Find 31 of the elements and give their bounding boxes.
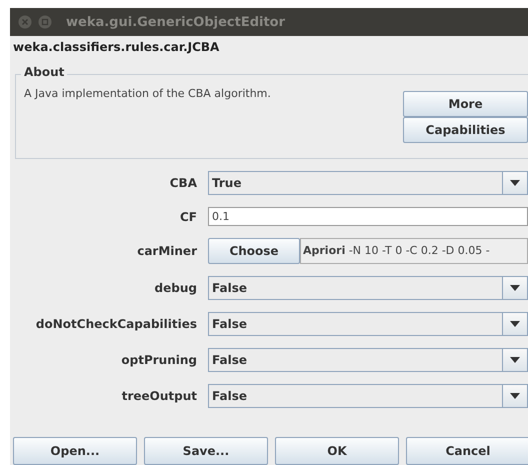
- property-label: debug: [154, 281, 197, 295]
- dropdown[interactable]: True: [208, 171, 528, 195]
- dropdown[interactable]: False: [208, 312, 528, 336]
- dropdown-arrow-icon: [510, 357, 520, 363]
- property-label: optPruning: [120, 353, 197, 367]
- property-label: carMiner: [136, 244, 197, 258]
- choose-button[interactable]: Choose: [208, 238, 300, 264]
- close-icon[interactable]: [18, 15, 32, 29]
- dialog-button[interactable]: Save...: [144, 437, 268, 465]
- property-label: treeOutput: [120, 389, 197, 403]
- about-button[interactable]: More: [403, 91, 528, 117]
- object-value[interactable]: Apriori -N 10 -T 0 -C 0.2 -D 0.05 -: [300, 238, 528, 264]
- dropdown-arrow-icon: [510, 180, 520, 186]
- dropdown[interactable]: False: [208, 348, 528, 372]
- property-label: CF: [178, 210, 197, 224]
- about-text: A Java implementation of the CBA algorithm.: [24, 86, 271, 102]
- dropdown-arrow-icon: [510, 321, 520, 327]
- dropdown-arrow-icon: [510, 285, 520, 291]
- dialog-button[interactable]: Open...: [13, 437, 137, 465]
- class-name: weka.classifiers.rules.car.JCBA: [12, 39, 220, 56]
- dropdown[interactable]: False: [208, 276, 528, 300]
- property-label: doNotCheckCapabilities: [34, 317, 197, 331]
- property-label: CBA: [168, 176, 197, 190]
- dropdown[interactable]: False: [208, 384, 528, 408]
- about-button[interactable]: Capabilities: [403, 117, 528, 143]
- about-title: About: [21, 65, 68, 79]
- window-title: weka.gui.GenericObjectEditor: [66, 14, 286, 30]
- dropdown-arrow-icon: [510, 393, 520, 399]
- dialog-button[interactable]: OK: [275, 437, 399, 465]
- input-field[interactable]: 0.1: [208, 207, 528, 226]
- dialog-button[interactable]: Cancel: [406, 437, 528, 465]
